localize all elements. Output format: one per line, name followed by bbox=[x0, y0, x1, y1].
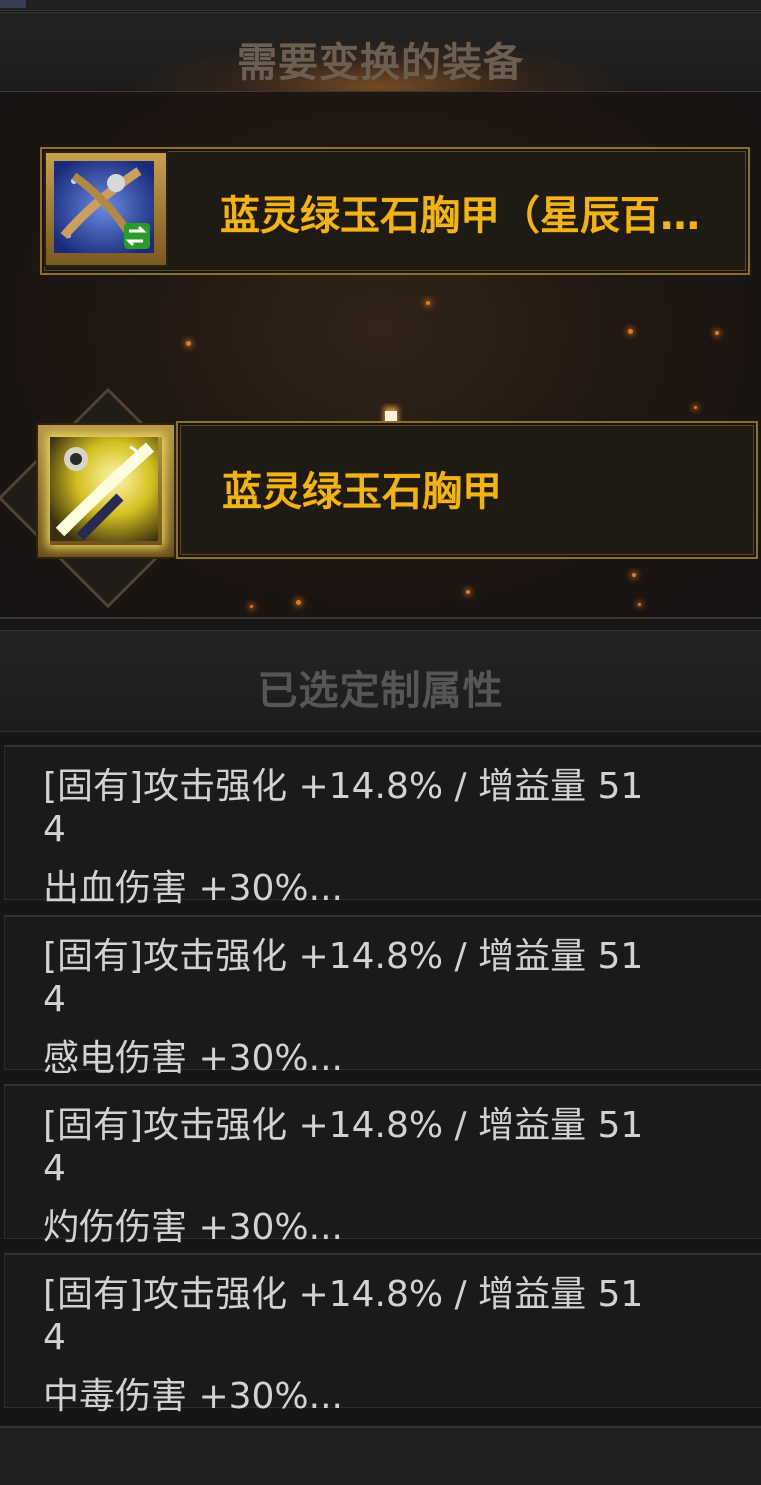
spark-particle bbox=[715, 331, 719, 335]
attribute-entry[interactable]: [固有]攻击强化 +14.8% / 增益量 51 4 出血伤害 +30%... bbox=[4, 745, 761, 909]
target-item-icon-frame[interactable] bbox=[36, 423, 176, 559]
attributes-section-header: 已选定制属性 bbox=[0, 630, 761, 732]
spark-particle bbox=[466, 590, 470, 594]
chest-armor-icon bbox=[50, 437, 162, 545]
attribute-entry[interactable]: [固有]攻击强化 +14.8% / 增益量 51 4 感电伤害 +30%... bbox=[4, 915, 761, 1079]
attribute-line-1: [固有]攻击强化 +14.8% / 增益量 51 bbox=[43, 1274, 644, 1315]
attribute-line-2: 4 bbox=[43, 1148, 66, 1189]
attribute-line-2: 4 bbox=[43, 809, 66, 850]
attribute-line-3: 灼伤伤害 +30%... bbox=[43, 1207, 343, 1248]
attribute-entry[interactable]: [固有]攻击强化 +14.8% / 增益量 51 4 中毒伤害 +30%... bbox=[4, 1253, 761, 1417]
source-section-title: 需要变换的装备 bbox=[237, 39, 524, 86]
spark-particle bbox=[632, 573, 636, 577]
attribute-line-1: [固有]攻击强化 +14.8% / 增益量 51 bbox=[43, 766, 644, 807]
attribute-line-3: 感电伤害 +30%... bbox=[43, 1038, 343, 1079]
attribute-line-3: 出血伤害 +30%... bbox=[43, 868, 343, 909]
source-item-name: 蓝灵绿玉石胸甲（星辰百… bbox=[220, 193, 700, 239]
attribute-line-1: [固有]攻击强化 +14.8% / 增益量 51 bbox=[43, 1105, 644, 1146]
chest-armor-icon bbox=[54, 161, 158, 257]
transform-stage: 蓝灵绿玉石胸甲（星辰百… 蓝灵绿玉石胸甲 bbox=[0, 93, 761, 619]
attribute-line-2: 4 bbox=[43, 979, 66, 1020]
top-strip bbox=[0, 0, 761, 11]
spark-particle bbox=[694, 406, 697, 409]
attribute-line-2: 4 bbox=[43, 1317, 66, 1358]
spark-particle bbox=[628, 329, 633, 334]
spark-particle bbox=[186, 341, 191, 346]
attributes-section-title: 已选定制属性 bbox=[257, 667, 504, 714]
top-corner-tab bbox=[0, 0, 26, 8]
attribute-line-1: [固有]攻击强化 +14.8% / 增益量 51 bbox=[43, 936, 644, 977]
target-item-name: 蓝灵绿玉石胸甲 bbox=[222, 469, 502, 515]
source-item-icon-frame[interactable] bbox=[44, 151, 168, 267]
spark-particle bbox=[250, 605, 253, 608]
spark-particle bbox=[296, 600, 301, 605]
spark-particle bbox=[426, 301, 430, 305]
source-section-header: 需要变换的装备 bbox=[0, 12, 761, 92]
attribute-line-3: 中毒伤害 +30%... bbox=[43, 1376, 343, 1417]
bottom-bar bbox=[0, 1426, 761, 1485]
spark-particle bbox=[638, 603, 641, 606]
attribute-entry[interactable]: [固有]攻击强化 +14.8% / 增益量 51 4 灼伤伤害 +30%... bbox=[4, 1084, 761, 1248]
